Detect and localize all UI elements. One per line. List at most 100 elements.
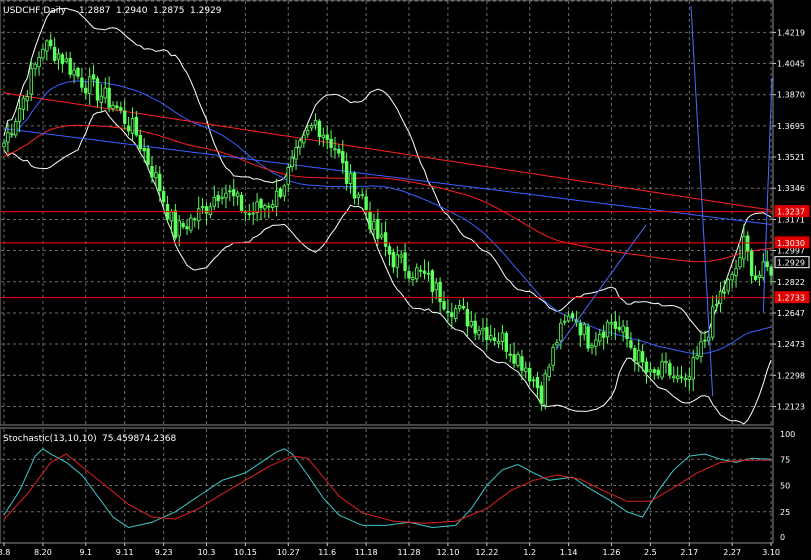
candle-body	[103, 87, 107, 99]
price-tick-label: 1.2123	[777, 403, 805, 412]
candle-body	[111, 104, 115, 110]
indicator-tick-label: 50	[780, 482, 790, 491]
candle-body	[633, 347, 637, 361]
candle-body	[99, 95, 104, 103]
candle-body	[699, 341, 703, 358]
candle-body	[566, 315, 571, 322]
candle-body	[637, 349, 641, 364]
candle-body	[582, 323, 586, 335]
candle-body	[302, 134, 306, 144]
candle-body	[399, 254, 403, 258]
candle-body	[411, 277, 415, 280]
candle-body	[391, 251, 396, 268]
candle-body	[72, 69, 76, 76]
candle-body	[80, 77, 84, 88]
candle-body	[496, 340, 501, 344]
stochastic-label: Stochastic(13,10,10)	[3, 434, 97, 444]
price-tag-label: 1.3030	[777, 239, 805, 248]
candle-body	[10, 132, 14, 135]
candle-body	[123, 110, 127, 124]
candle-body	[185, 226, 189, 230]
time-tick-label: 9.1	[79, 548, 92, 557]
candle-body	[25, 96, 30, 102]
open-value: 1.2887	[79, 6, 111, 16]
time-tick-label: 2.5	[644, 548, 657, 557]
time-tick-label: 9.23	[155, 548, 173, 557]
candle-body	[228, 190, 232, 193]
candle-body	[691, 357, 695, 380]
indicator-tick-label: 75	[780, 455, 790, 464]
candle-body	[282, 185, 287, 197]
candle-body	[516, 354, 520, 366]
time-tick-label: 2.27	[723, 548, 741, 557]
candle-body	[37, 56, 41, 68]
candle-body	[765, 261, 769, 268]
price-tick-label: 1.2473	[777, 340, 805, 349]
candle-body	[146, 148, 150, 165]
candle-body	[21, 97, 26, 110]
time-tick-label: 11.18	[355, 548, 378, 557]
candle-body	[263, 204, 267, 210]
candle-body	[446, 310, 450, 313]
candle-body	[52, 46, 57, 61]
price-tick-label: 1.4219	[777, 28, 805, 37]
high-value: 1.2940	[116, 6, 148, 16]
candle-body	[290, 157, 294, 167]
candle-body	[563, 320, 567, 323]
candle-body	[489, 335, 493, 341]
candle-body	[547, 366, 551, 377]
candle-body	[485, 327, 489, 341]
candle-body	[161, 190, 166, 203]
usdchf-chart[interactable]: 1.42191.40451.38701.36951.35211.33461.31…	[0, 0, 811, 560]
candle-body	[481, 327, 485, 331]
time-tick-label: 8.20	[34, 548, 52, 557]
candle-body	[17, 108, 22, 122]
candle-body	[492, 337, 497, 341]
time-tick-label: 2.17	[680, 548, 698, 557]
candle-body	[259, 199, 263, 209]
time-tick-label: 10.27	[277, 548, 300, 557]
candle-body	[664, 360, 668, 363]
time-tick-label: 12.22	[475, 548, 498, 557]
candle-body	[224, 192, 228, 199]
candle-body	[465, 309, 470, 327]
candle-body	[555, 342, 559, 346]
price-tick-label: 1.3346	[777, 184, 805, 193]
time-tick-label: 1.26	[603, 548, 621, 557]
candle-body	[559, 322, 563, 342]
candle-body	[749, 250, 754, 277]
candle-body	[531, 379, 536, 382]
candle-body	[527, 368, 532, 382]
candle-body	[461, 305, 466, 309]
candle-body	[317, 120, 322, 138]
candle-body	[442, 301, 446, 310]
candle-body	[181, 223, 185, 228]
candle-body	[578, 322, 583, 336]
candle-body	[714, 304, 719, 306]
candle-body	[453, 308, 458, 319]
candle-body	[87, 76, 92, 94]
candle-body	[477, 330, 481, 336]
candle-body	[130, 118, 135, 134]
candle-body	[769, 266, 773, 276]
candle-body	[648, 369, 653, 373]
candle-body	[621, 325, 625, 333]
candle-body	[660, 361, 664, 378]
candle-body	[695, 355, 699, 359]
candle-body	[675, 375, 680, 380]
time-tick-label: 1.14	[560, 548, 578, 557]
candle-body	[337, 148, 341, 154]
candle-body	[95, 78, 100, 101]
candle-body	[403, 252, 407, 272]
candle-body	[753, 275, 758, 280]
candle-body	[524, 367, 528, 372]
candle-body	[64, 58, 69, 63]
candle-body	[239, 194, 244, 211]
candle-body	[294, 147, 298, 160]
candle-body	[68, 57, 72, 75]
candle-body	[726, 279, 730, 292]
candle-body	[730, 273, 734, 281]
candle-body	[49, 39, 53, 47]
time-tick-label: 1.2	[523, 548, 536, 557]
candle-body	[652, 369, 656, 373]
